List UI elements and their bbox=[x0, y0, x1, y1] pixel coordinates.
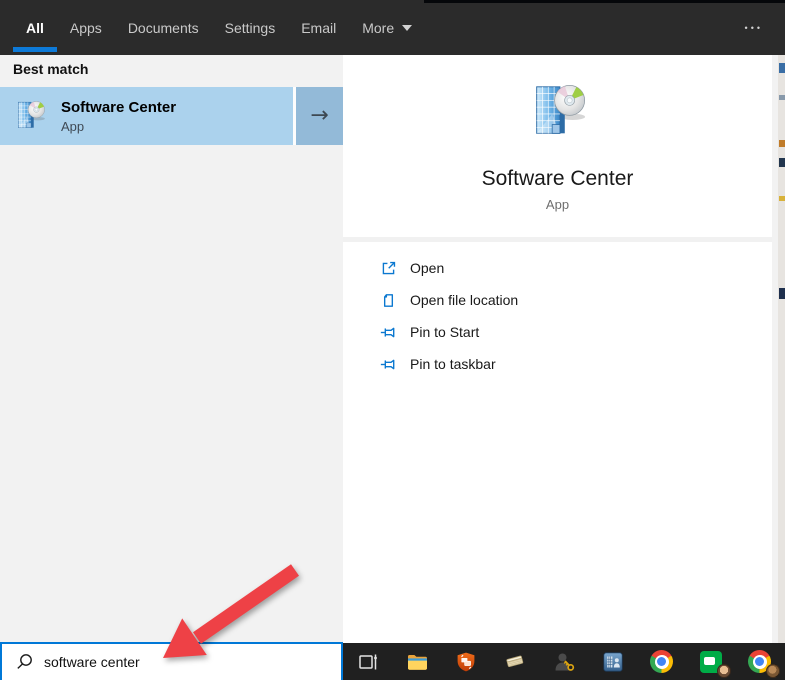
tab-email-label: Email bbox=[301, 20, 336, 36]
action-pin-to-start-label: Pin to Start bbox=[410, 324, 479, 340]
open-file-location-icon bbox=[380, 292, 397, 309]
preview-app-type: App bbox=[343, 197, 772, 212]
result-preview-panel: Software Center App Open Open file locat… bbox=[343, 55, 772, 643]
taskbar-credentials-button[interactable] bbox=[539, 643, 588, 680]
desktop-icon-sliver bbox=[779, 140, 785, 147]
tab-apps[interactable]: Apps bbox=[57, 0, 115, 55]
result-type: App bbox=[61, 119, 176, 134]
more-options-button[interactable]: ••• bbox=[745, 0, 763, 55]
taskbar-file-explorer-button[interactable] bbox=[392, 643, 441, 680]
desktop-icon-sliver bbox=[779, 63, 785, 73]
chrome-icon bbox=[650, 650, 673, 673]
tab-email[interactable]: Email bbox=[288, 0, 349, 55]
tab-settings[interactable]: Settings bbox=[212, 0, 289, 55]
taskbar-software-center-button[interactable] bbox=[588, 643, 637, 680]
user-avatar bbox=[717, 664, 731, 678]
taskbar-remote-shield-button[interactable] bbox=[441, 643, 490, 680]
open-icon bbox=[380, 260, 397, 277]
search-results-panel: Best match Software Center App → bbox=[0, 55, 343, 643]
shield-screens-icon bbox=[454, 650, 478, 674]
search-box[interactable] bbox=[0, 642, 343, 680]
action-open-file-location-label: Open file location bbox=[410, 292, 518, 308]
taskbar-chrome-profile-button[interactable] bbox=[735, 643, 784, 680]
desktop-icon-sliver bbox=[779, 196, 785, 201]
action-pin-to-start[interactable]: Pin to Start bbox=[343, 316, 772, 348]
desktop-icon-sliver bbox=[779, 95, 785, 100]
profile-avatar bbox=[766, 664, 780, 678]
taskbar-chrome-button[interactable] bbox=[637, 643, 686, 680]
tab-apps-label: Apps bbox=[70, 20, 102, 36]
action-open-file-location[interactable]: Open file location bbox=[343, 284, 772, 316]
software-center-icon bbox=[13, 96, 47, 136]
action-open[interactable]: Open bbox=[343, 252, 772, 284]
search-filter-bar: All Apps Documents Settings Email More •… bbox=[0, 0, 785, 55]
tab-documents-label: Documents bbox=[128, 20, 199, 36]
divider bbox=[343, 237, 772, 242]
book-icon bbox=[503, 650, 527, 674]
taskbar-notes-book-button[interactable] bbox=[490, 643, 539, 680]
preview-app-title: Software Center bbox=[343, 167, 772, 191]
action-list: Open Open file location Pin to Start bbox=[343, 252, 772, 380]
action-pin-to-taskbar[interactable]: Pin to taskbar bbox=[343, 348, 772, 380]
desktop-icon-sliver bbox=[779, 158, 785, 167]
desktop-icon-sliver bbox=[779, 288, 785, 299]
software-center-app-icon bbox=[601, 650, 625, 674]
software-center-icon-large bbox=[527, 81, 589, 143]
file-explorer-icon bbox=[405, 650, 429, 674]
result-title: Software Center bbox=[61, 99, 176, 116]
window-top-edge bbox=[424, 0, 785, 3]
person-key-icon bbox=[552, 650, 576, 674]
best-match-main[interactable]: Software Center App bbox=[0, 87, 293, 145]
search-icon bbox=[15, 653, 33, 671]
tab-more-label: More bbox=[362, 20, 394, 36]
right-arrow-icon: → bbox=[310, 105, 328, 127]
chevron-down-icon bbox=[402, 25, 412, 31]
taskbar-google-chat-button[interactable] bbox=[686, 643, 735, 680]
tab-all[interactable]: All bbox=[13, 0, 57, 55]
windows-search-flyout: All Apps Documents Settings Email More •… bbox=[0, 0, 785, 680]
tab-more[interactable]: More bbox=[349, 0, 425, 55]
best-match-text: Software Center App bbox=[61, 99, 176, 134]
taskbar-task-view-button[interactable] bbox=[343, 643, 392, 680]
search-input[interactable] bbox=[44, 654, 341, 670]
task-view-icon bbox=[356, 650, 380, 674]
best-match-result[interactable]: Software Center App → bbox=[0, 87, 343, 145]
tab-all-label: All bbox=[26, 20, 44, 36]
action-open-label: Open bbox=[410, 260, 444, 276]
tab-documents[interactable]: Documents bbox=[115, 0, 212, 55]
pin-icon bbox=[380, 356, 397, 373]
pin-icon bbox=[380, 324, 397, 341]
action-pin-to-taskbar-label: Pin to taskbar bbox=[410, 356, 496, 372]
tab-settings-label: Settings bbox=[225, 20, 276, 36]
taskbar bbox=[343, 643, 785, 680]
best-match-header: Best match bbox=[13, 61, 88, 77]
expand-result-button[interactable]: → bbox=[296, 87, 343, 145]
